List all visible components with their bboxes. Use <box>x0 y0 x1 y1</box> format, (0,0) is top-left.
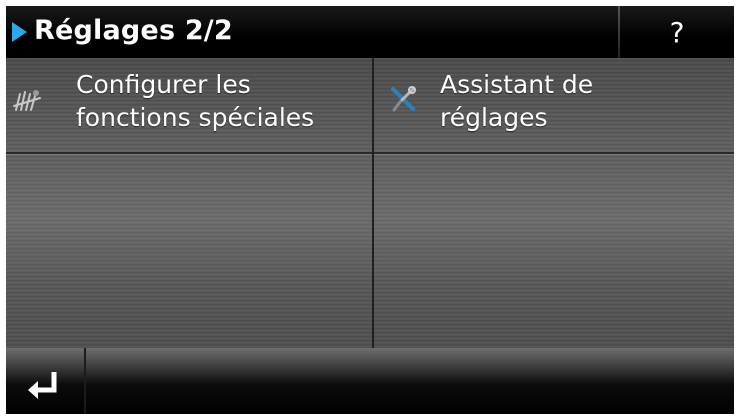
configure-special-functions-label-line2: fonctions spéciales <box>76 103 315 132</box>
back-button[interactable] <box>6 348 84 414</box>
tools-icon <box>391 86 416 112</box>
settings-assistant-button[interactable]: Assistant de réglages <box>374 58 734 152</box>
footer-divider <box>84 348 86 414</box>
footer-bar <box>6 348 734 414</box>
screen: Réglages 2/2 ? Configurer les fonctions … <box>6 6 734 414</box>
special-functions-icon <box>13 90 41 111</box>
settings-assistant-label-line2: réglages <box>440 103 548 132</box>
page-title: Réglages 2/2 <box>34 15 233 46</box>
row-divider-left <box>6 152 372 154</box>
settings-assistant-label-line1: Assistant de <box>440 70 594 99</box>
configure-special-functions-button[interactable]: Configurer les fonctions spéciales <box>6 58 372 152</box>
return-arrow-icon <box>28 372 57 399</box>
help-button[interactable]: ? <box>620 6 734 58</box>
configure-special-functions-label-line1: Configurer les <box>76 70 251 99</box>
row-divider-right <box>374 152 734 154</box>
play-icon <box>12 22 27 42</box>
